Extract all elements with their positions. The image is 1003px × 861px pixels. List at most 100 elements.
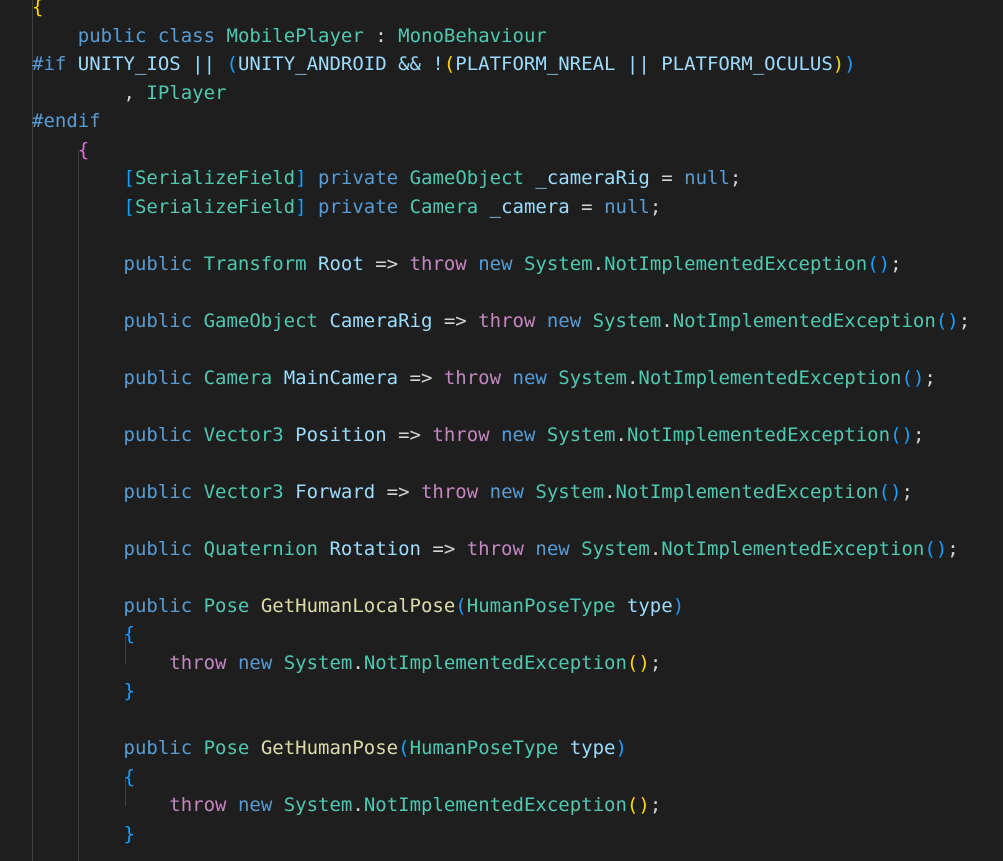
code-line[interactable]: [SerializeField] private GameObject _cam… xyxy=(32,164,742,193)
code-token: ( xyxy=(443,53,456,75)
code-token: Forward xyxy=(295,480,376,503)
code-token: throw xyxy=(169,794,227,816)
code-editor[interactable]: { public class MobilePlayer : MonoBehavi… xyxy=(0,0,1003,861)
code-line[interactable]: public Pose GetHumanPose(HumanPoseType t… xyxy=(32,734,627,763)
code-line[interactable]: } xyxy=(32,820,135,849)
code-token: NotImplementedException xyxy=(615,480,879,503)
code-token: public xyxy=(123,737,193,759)
code-token: { xyxy=(123,765,135,788)
code-token: => xyxy=(363,252,410,275)
code-token: private xyxy=(318,167,399,189)
code-token: . xyxy=(352,651,364,674)
code-line[interactable]: { xyxy=(32,763,135,792)
code-token: ) xyxy=(638,794,650,816)
code-line[interactable]: #if UNITY_IOS || (UNITY_ANDROID && !(PLA… xyxy=(32,50,856,79)
code-token: SerializeField xyxy=(134,195,296,218)
code-token: Rotation xyxy=(329,537,421,560)
code-line[interactable]: throw new System.NotImplementedException… xyxy=(32,791,661,820)
code-token: ; xyxy=(912,423,925,446)
code-token: throw xyxy=(432,423,490,446)
code-token: => xyxy=(398,366,444,389)
code-token: ) xyxy=(890,480,902,503)
code-token: System xyxy=(581,537,650,560)
code-token: public xyxy=(123,309,193,332)
code-token: ( xyxy=(455,594,467,617)
code-token: throw xyxy=(420,480,479,503)
code-token: ] xyxy=(295,195,307,218)
code-line[interactable]: public GameObject CameraRig => throw new… xyxy=(32,307,971,336)
code-token: IPlayer xyxy=(146,81,227,104)
code-token: ; xyxy=(649,794,662,816)
code-token: ( xyxy=(935,309,948,332)
code-line[interactable]: { xyxy=(32,620,135,649)
code-token: type xyxy=(626,594,673,617)
code-token: System xyxy=(523,252,593,275)
code-token: public xyxy=(123,366,193,389)
code-token: . xyxy=(352,794,364,816)
code-line[interactable]: public Transform Root => throw new Syste… xyxy=(32,250,902,279)
code-line[interactable]: public Vector3 Position => throw new Sys… xyxy=(32,421,925,450)
code-token: ; xyxy=(901,480,913,503)
code-token: null xyxy=(604,195,650,218)
code-token: _cameraRig xyxy=(535,167,650,189)
code-token: ) xyxy=(672,594,685,617)
code-token: HumanPoseType xyxy=(409,737,559,759)
code-token: public xyxy=(123,252,193,275)
code-token: new xyxy=(546,309,582,332)
code-line[interactable]: { xyxy=(32,0,43,22)
code-line[interactable]: #endif xyxy=(32,107,101,136)
code-line[interactable]: throw new System.NotImplementedException… xyxy=(32,649,661,678)
code-line[interactable]: { xyxy=(32,136,89,165)
code-token: public xyxy=(123,480,193,503)
code-token: . xyxy=(592,252,605,275)
code-token: public xyxy=(123,537,193,560)
code-line[interactable]: public Quaternion Rotation => throw new … xyxy=(32,535,959,564)
code-token: ) xyxy=(844,53,856,75)
code-token: ; xyxy=(649,195,662,218)
code-token: NotImplementedException xyxy=(626,423,891,446)
code-token: ; xyxy=(649,651,662,674)
code-token: . xyxy=(649,537,662,560)
code-token: System xyxy=(546,423,616,446)
code-token: = xyxy=(569,195,605,218)
code-line[interactable]: public Camera MainCamera => throw new Sy… xyxy=(32,364,936,393)
code-token: GetHumanPose xyxy=(260,737,399,759)
code-token: => xyxy=(375,480,421,503)
code-token: [ xyxy=(123,167,135,189)
code-line[interactable]: [SerializeField] private Camera _camera … xyxy=(32,193,662,222)
code-line[interactable]: , IPlayer xyxy=(32,79,227,108)
code-token: => xyxy=(420,537,467,560)
code-token: _camera xyxy=(489,195,570,218)
code-token: #if xyxy=(32,53,67,75)
code-token: new xyxy=(478,252,513,275)
code-token: ) xyxy=(615,737,627,759)
code-line[interactable]: public Vector3 Forward => throw new Syst… xyxy=(32,478,913,507)
code-line[interactable]: public class MobilePlayer : MonoBehaviou… xyxy=(32,22,547,51)
code-token: ) xyxy=(832,53,845,75)
code-line[interactable]: public Pose GetHumanLocalPose(HumanPoseT… xyxy=(32,592,685,621)
code-line[interactable]: } xyxy=(32,677,135,706)
code-token: NotImplementedException xyxy=(638,366,902,389)
